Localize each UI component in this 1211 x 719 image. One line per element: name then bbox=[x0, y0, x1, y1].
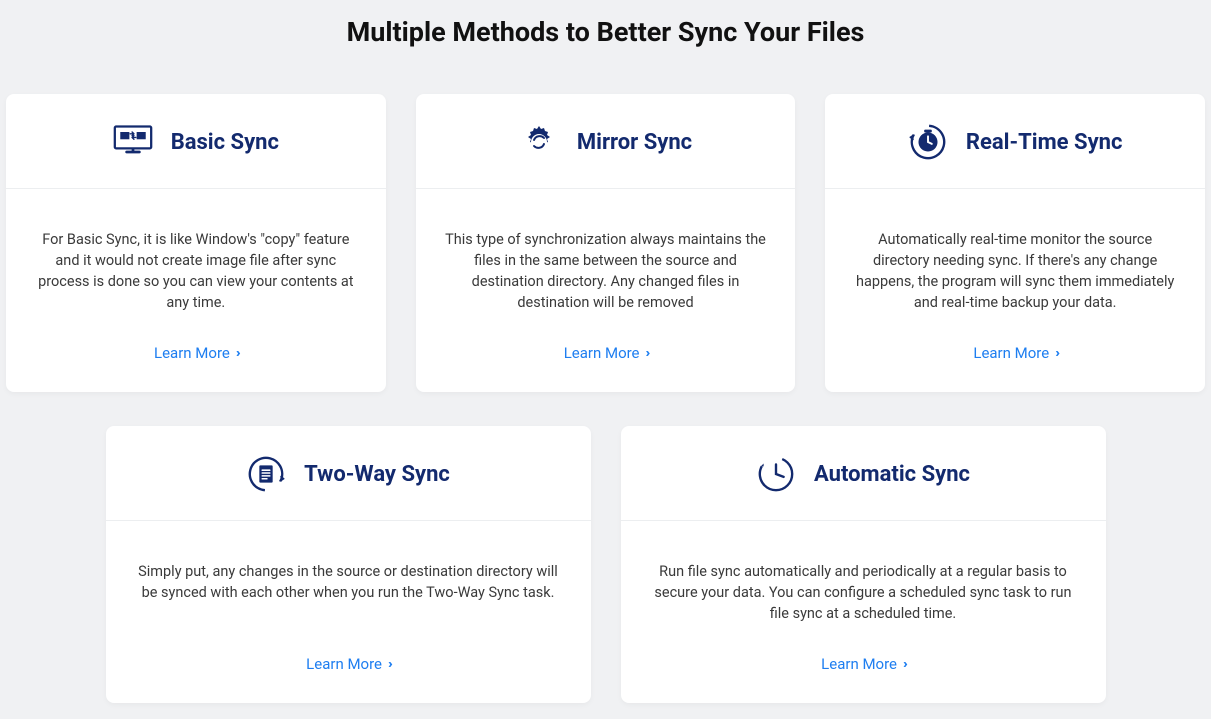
card-realtime-sync: Real-Time Sync Automatically real-time m… bbox=[825, 94, 1205, 392]
card-desc: Run file sync automatically and periodic… bbox=[621, 521, 1106, 640]
learn-more-link[interactable]: Learn More ›› bbox=[306, 655, 390, 673]
gear-sync-icon bbox=[519, 122, 559, 162]
card-foot: Learn More ›› bbox=[621, 640, 1106, 703]
chevron-right-icon: ›› bbox=[903, 657, 905, 672]
card-foot: Learn More ›› bbox=[825, 329, 1205, 392]
monitor-sync-icon bbox=[113, 122, 153, 162]
cards-row-2: Two-Way Sync Simply put, any changes in … bbox=[6, 426, 1205, 703]
chevron-right-icon: ›› bbox=[646, 346, 648, 361]
card-head: Mirror Sync bbox=[416, 94, 796, 189]
card-foot: Learn More ›› bbox=[106, 640, 591, 703]
card-foot: Learn More ›› bbox=[416, 329, 796, 392]
chevron-right-icon: ›› bbox=[1055, 346, 1057, 361]
document-sync-icon bbox=[246, 454, 286, 494]
chevron-right-icon: ›› bbox=[388, 657, 390, 672]
card-title: Basic Sync bbox=[171, 130, 279, 155]
learn-more-link[interactable]: Learn More ›› bbox=[821, 655, 905, 673]
chevron-right-icon: ›› bbox=[236, 346, 238, 361]
card-foot: Learn More ›› bbox=[6, 329, 386, 392]
learn-more-link[interactable]: Learn More ›› bbox=[564, 344, 648, 362]
card-basic-sync: Basic Sync For Basic Sync, it is like Wi… bbox=[6, 94, 386, 392]
card-head: Two-Way Sync bbox=[106, 426, 591, 521]
card-head: Basic Sync bbox=[6, 94, 386, 189]
card-title: Real-Time Sync bbox=[966, 130, 1123, 155]
learn-more-label: Learn More bbox=[973, 344, 1049, 362]
card-title: Two-Way Sync bbox=[304, 462, 450, 487]
learn-more-label: Learn More bbox=[821, 655, 897, 673]
learn-more-label: Learn More bbox=[306, 655, 382, 673]
card-head: Real-Time Sync bbox=[825, 94, 1205, 189]
card-title: Mirror Sync bbox=[577, 130, 692, 155]
card-desc: Simply put, any changes in the source or… bbox=[106, 521, 591, 640]
card-desc: This type of synchronization always main… bbox=[416, 189, 796, 329]
learn-more-link[interactable]: Learn More ›› bbox=[973, 344, 1057, 362]
card-twoway-sync: Two-Way Sync Simply put, any changes in … bbox=[106, 426, 591, 703]
clock-refresh-icon bbox=[756, 454, 796, 494]
page-title: Multiple Methods to Better Sync Your Fil… bbox=[0, 0, 1211, 60]
learn-more-label: Learn More bbox=[564, 344, 640, 362]
card-mirror-sync: Mirror Sync This type of synchronization… bbox=[416, 94, 796, 392]
learn-more-label: Learn More bbox=[154, 344, 230, 362]
cards-row-1: Basic Sync For Basic Sync, it is like Wi… bbox=[6, 94, 1205, 392]
card-title: Automatic Sync bbox=[814, 462, 970, 487]
cards-grid: Basic Sync For Basic Sync, it is like Wi… bbox=[0, 94, 1211, 703]
card-head: Automatic Sync bbox=[621, 426, 1106, 521]
card-desc: For Basic Sync, it is like Window's "cop… bbox=[6, 189, 386, 329]
clock-sync-icon bbox=[908, 122, 948, 162]
card-desc: Automatically real-time monitor the sour… bbox=[825, 189, 1205, 329]
learn-more-link[interactable]: Learn More ›› bbox=[154, 344, 238, 362]
card-automatic-sync: Automatic Sync Run file sync automatical… bbox=[621, 426, 1106, 703]
